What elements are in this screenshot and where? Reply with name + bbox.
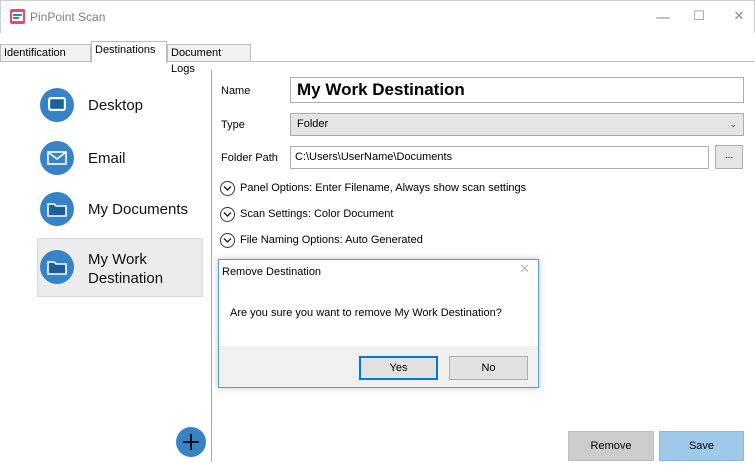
- no-button[interactable]: No: [449, 356, 528, 380]
- tab-destinations[interactable]: Destinations: [91, 41, 167, 63]
- chevron-down-icon: [220, 233, 235, 248]
- desktop-icon: [40, 88, 74, 122]
- window-title: PinPoint Scan: [30, 10, 106, 24]
- plus-icon: [183, 434, 199, 450]
- dialog-close-button[interactable]: ✕: [519, 262, 530, 277]
- type-select[interactable]: Folder ⌄: [290, 113, 744, 136]
- maximize-button[interactable]: ☐: [687, 7, 711, 27]
- scan-settings-text: Scan Settings: Color Document: [240, 208, 394, 220]
- title-bar: PinPoint Scan — ☐ ✕: [0, 0, 755, 33]
- type-label: Type: [221, 119, 245, 131]
- add-destination-button[interactable]: [176, 427, 206, 457]
- app-icon: [10, 9, 25, 24]
- folder-icon: [40, 250, 74, 284]
- sidebar-item-desktop[interactable]: Desktop: [37, 83, 203, 127]
- browse-button[interactable]: ...: [715, 145, 743, 169]
- remove-button[interactable]: Remove: [568, 431, 654, 461]
- sidebar-item-label: Email: [88, 150, 126, 167]
- sidebar-divider: [211, 70, 212, 462]
- chevron-down-icon: ⌄: [729, 119, 737, 129]
- scan-settings-expander[interactable]: Scan Settings: Color Document: [220, 207, 520, 223]
- sidebar-item-label-line2: Destination: [88, 270, 164, 287]
- chevron-down-icon: [220, 207, 235, 222]
- dialog-message: Are you sure you want to remove My Work …: [230, 307, 502, 319]
- name-field[interactable]: My Work Destination: [290, 77, 744, 103]
- sidebar-item-label: Desktop: [88, 97, 144, 114]
- close-button[interactable]: ✕: [727, 7, 751, 27]
- minimize-button[interactable]: —: [651, 7, 675, 27]
- yes-button[interactable]: Yes: [359, 356, 438, 380]
- chevron-down-icon: [220, 181, 235, 196]
- sidebar-item-my-documents[interactable]: My Documents: [37, 187, 203, 231]
- folder-icon: [40, 192, 74, 226]
- tab-identification[interactable]: Identification: [0, 44, 91, 62]
- sidebar-item-label: My Documents: [88, 201, 189, 218]
- tab-document-logs[interactable]: Document Logs: [167, 44, 251, 75]
- dialog-title: Remove Destination: [222, 266, 322, 278]
- file-naming-expander[interactable]: File Naming Options: Auto Generated: [220, 233, 520, 249]
- remove-destination-dialog: Remove Destination ✕ Are you sure you wa…: [218, 259, 539, 388]
- file-naming-text: File Naming Options: Auto Generated: [240, 234, 423, 246]
- save-button[interactable]: Save: [659, 431, 744, 461]
- sidebar-item-my-work-destination[interactable]: My Work Destination: [37, 238, 203, 297]
- sidebar-item-label: My Work: [88, 251, 147, 268]
- folder-path-field[interactable]: C:\Users\UserName\Documents: [290, 146, 709, 169]
- tab-bar: Identification Destinations Document Log…: [0, 41, 755, 75]
- panel-options-text: Panel Options: Enter Filename, Always sh…: [240, 182, 527, 194]
- folder-path-label: Folder Path: [221, 152, 278, 164]
- panel-options-expander[interactable]: Panel Options: Enter Filename, Always sh…: [220, 181, 620, 197]
- email-icon: [40, 141, 74, 175]
- dialog-footer: Yes No: [219, 346, 538, 387]
- type-value: Folder: [297, 118, 329, 130]
- sidebar-item-email[interactable]: Email: [37, 137, 203, 181]
- name-label: Name: [221, 85, 251, 97]
